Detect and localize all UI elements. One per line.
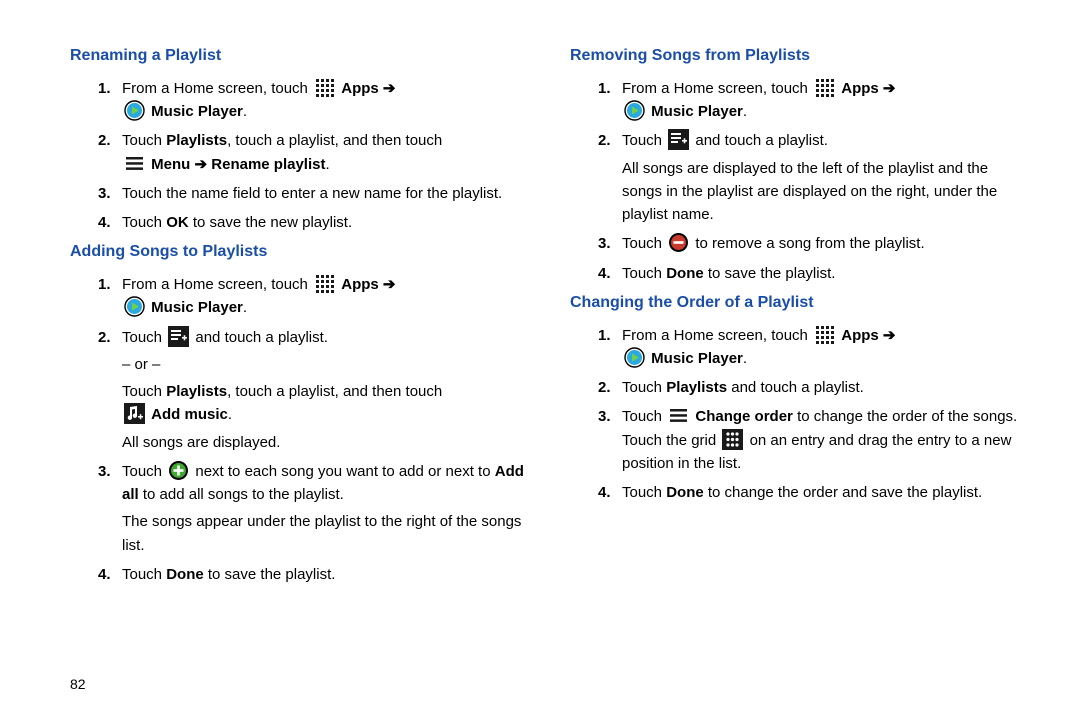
text: Touch [622,235,666,252]
playlists-label: Playlists [166,383,227,400]
arrow-icon: ➔ [883,327,896,344]
music-player-label: Music Player [651,350,743,367]
text: to save the playlist. [204,566,336,583]
done-label: Done [166,566,204,583]
text: and touch a playlist. [195,329,328,346]
text: From a Home screen, touch [622,327,808,344]
apps-label: Apps [841,327,879,344]
plus-circle-icon [168,460,189,481]
steps-renaming: From a Home screen, touch Apps ➔ Music P… [98,77,530,235]
text: All songs are displayed. [122,431,530,454]
minus-circle-icon [668,232,689,253]
text: to save the new playlist. [189,214,352,231]
text: , touch a playlist, and then touch [227,383,442,400]
text: From a Home screen, touch [122,276,308,293]
text: Touch [122,214,166,231]
playlist-add-icon [668,129,689,150]
apps-grid-icon [314,273,335,294]
text: Touch [622,265,666,282]
music-player-label: Music Player [151,103,243,120]
right-column: Removing Songs from Playlists From a Hom… [570,40,1030,592]
done-label: Done [666,265,704,282]
music-player-icon [624,347,645,368]
text: Touch [622,132,666,149]
steps-removing: From a Home screen, touch Apps ➔ Music P… [598,77,1030,285]
text: and touch a playlist. [695,132,828,149]
drag-dots-icon [722,429,743,450]
apps-grid-icon [814,77,835,98]
apps-grid-icon [314,77,335,98]
arrow-icon: ➔ [195,156,208,173]
text: Touch the name field to enter a new name… [122,185,502,202]
playlists-label: Playlists [166,132,227,149]
apps-grid-icon [814,324,835,345]
arrow-icon: ➔ [383,276,396,293]
music-player-icon [124,100,145,121]
heading-removing: Removing Songs from Playlists [570,44,1030,69]
left-column: Renaming a Playlist From a Home screen, … [70,40,530,592]
heading-adding: Adding Songs to Playlists [70,240,530,265]
done-label: Done [666,484,704,501]
text: to remove a song from the playlist. [695,235,924,252]
text: Touch [122,383,166,400]
text: Touch [122,132,166,149]
music-player-label: Music Player [651,103,743,120]
menu-label: Menu [151,156,190,173]
manual-page: Renaming a Playlist From a Home screen, … [0,0,1080,612]
music-player-label: Music Player [151,299,243,316]
or-separator: – or – [122,353,530,376]
steps-changing-order: From a Home screen, touch Apps ➔ Music P… [598,324,1030,505]
music-player-icon [624,100,645,121]
text: Touch [122,566,166,583]
text: Touch [622,379,666,396]
music-player-icon [124,296,145,317]
page-number: 82 [70,676,86,692]
music-note-add-icon [124,403,145,424]
text: Touch [622,484,666,501]
text: next to each song you want to add or nex… [195,463,494,480]
apps-label: Apps [841,80,879,97]
add-music-label: Add music [151,406,228,423]
text: to change the order and save the playlis… [704,484,983,501]
arrow-icon: ➔ [383,80,396,97]
text: The songs appear under the playlist to t… [122,510,530,557]
text: and touch a playlist. [727,379,864,396]
arrow-icon: ➔ [883,80,896,97]
rename-playlist-label: Rename playlist [211,156,325,173]
text: Touch [622,408,666,425]
text: to save the playlist. [704,265,836,282]
text: From a Home screen, touch [622,80,808,97]
heading-renaming: Renaming a Playlist [70,44,530,69]
change-order-label: Change order [695,408,793,425]
apps-label: Apps [341,80,379,97]
steps-adding: From a Home screen, touch Apps ➔ Music P… [98,273,530,586]
ok-label: OK [166,214,189,231]
text: to add all songs to the playlist. [139,486,344,503]
apps-label: Apps [341,276,379,293]
playlist-add-icon [168,326,189,347]
heading-changing-order: Changing the Order of a Playlist [570,291,1030,316]
text: From a Home screen, touch [122,80,308,97]
text: All songs are displayed to the left of t… [622,157,1030,227]
menu-bars-icon [668,405,689,426]
text: , touch a playlist, and then touch [227,132,442,149]
text: Touch [122,463,166,480]
playlists-label: Playlists [666,379,727,396]
text: Touch [122,329,166,346]
menu-bars-icon [124,153,145,174]
